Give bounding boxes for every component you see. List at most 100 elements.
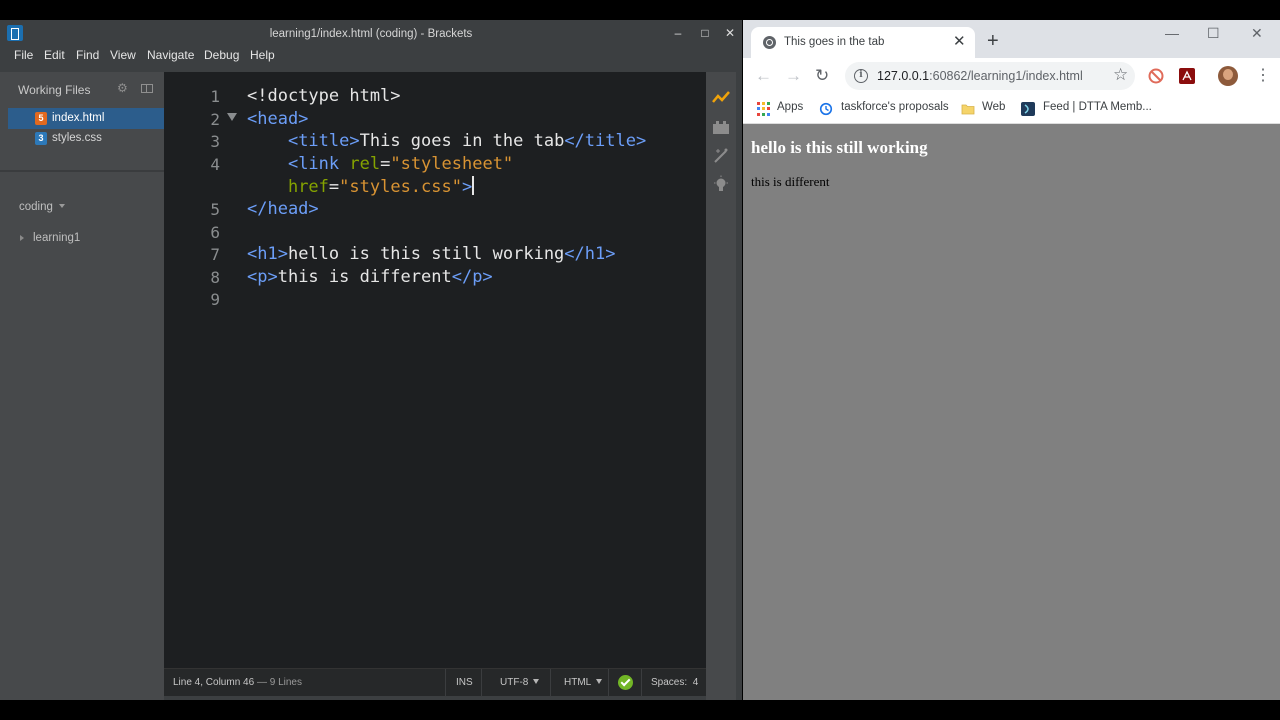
- reload-icon[interactable]: ↻: [815, 66, 829, 86]
- menu-help[interactable]: Help: [250, 48, 275, 62]
- folder-learning1[interactable]: learning1: [33, 232, 80, 244]
- page-paragraph: this is different: [751, 174, 830, 189]
- brackets-titlebar: learning1/index.html (coding) - Brackets…: [0, 20, 742, 46]
- minimize-button[interactable]: –: [668, 23, 688, 43]
- status-separator: [641, 669, 642, 697]
- live-preview-icon[interactable]: [712, 89, 730, 107]
- status-separator: [445, 669, 446, 697]
- more-menu-icon[interactable]: ⋮: [1255, 66, 1271, 86]
- menu-navigate[interactable]: Navigate: [147, 48, 194, 62]
- menu-debug[interactable]: Debug: [204, 48, 239, 62]
- lightbulb-icon[interactable]: [712, 175, 730, 193]
- language-dropdown[interactable]: HTML: [564, 669, 603, 697]
- url-text[interactable]: 127.0.0.1:60862/learning1/index.html: [877, 69, 1083, 83]
- code-line[interactable]: <h1>hello is this still working</h1>: [247, 244, 615, 264]
- code-token: this is different: [277, 266, 452, 287]
- code-token: hello is this still working: [287, 244, 565, 265]
- extension-manager-icon[interactable]: [712, 118, 730, 136]
- chevron-right-icon[interactable]: [20, 235, 24, 241]
- bookmark-web[interactable]: Web: [982, 101, 1005, 113]
- code-line[interactable]: <head>: [247, 109, 308, 129]
- status-bar: Line 4, Column 46 — 9 Lines INS UTF-8 HT…: [164, 668, 706, 697]
- profile-avatar[interactable]: [1218, 66, 1238, 86]
- menu-edit[interactable]: Edit: [44, 48, 65, 62]
- desktop-screen: learning1/index.html (coding) - Brackets…: [0, 0, 1280, 720]
- bookmark-dtta-feed[interactable]: Feed | DTTA Memb...: [1043, 101, 1152, 113]
- code-token: </head>: [247, 199, 319, 219]
- code-line[interactable]: <!doctype html>: [247, 86, 401, 106]
- chrome-window: This goes in the tab ✕ + — ☐ ✕ ← → ↻ i 1…: [743, 20, 1280, 700]
- language-label: HTML: [564, 677, 592, 688]
- forward-arrow-icon[interactable]: →: [785, 66, 802, 86]
- status-separator: [550, 669, 551, 697]
- extension-blocked-icon[interactable]: [1148, 68, 1164, 84]
- working-file-index-html[interactable]: 5 index.html: [8, 108, 164, 129]
- close-tab-icon[interactable]: ✕: [953, 33, 966, 51]
- magic-wand-icon[interactable]: [712, 146, 730, 164]
- file-name: index.html: [52, 112, 105, 124]
- code-line[interactable]: <link rel="stylesheet": [247, 154, 513, 174]
- close-button[interactable]: ✕: [1251, 25, 1263, 42]
- lint-ok-icon[interactable]: [618, 675, 633, 690]
- apps-grid-icon[interactable]: [757, 102, 771, 116]
- window-title: learning1/index.html (coding) - Brackets: [269, 28, 473, 40]
- star-icon[interactable]: ☆: [1113, 65, 1128, 85]
- gear-icon[interactable]: ⚙: [117, 82, 129, 94]
- line-number: 6: [210, 222, 220, 242]
- html-file-icon: 5: [35, 112, 47, 125]
- fold-arrow-icon[interactable]: [227, 113, 237, 121]
- code-token: <!doctype html>: [247, 86, 401, 106]
- chevron-down-icon: [533, 679, 540, 684]
- maximize-button[interactable]: ☐: [1207, 25, 1220, 42]
- brackets-window: learning1/index.html (coding) - Brackets…: [0, 20, 742, 700]
- code-line[interactable]: </head>: [247, 199, 319, 219]
- code-token: <title>: [287, 131, 360, 152]
- menu-file[interactable]: File: [14, 48, 33, 62]
- split-view-icon[interactable]: [141, 84, 153, 93]
- code-token: "stylesheet": [390, 153, 514, 174]
- new-tab-button[interactable]: +: [987, 31, 999, 51]
- bookmarks-bar: Apps taskforce's proposals Web Feed | DT…: [743, 94, 1280, 124]
- page-viewport: hello is this still working this is diff…: [743, 124, 1280, 700]
- menu-view[interactable]: View: [110, 48, 136, 62]
- code-line[interactable]: href="styles.css">: [247, 176, 474, 197]
- right-toolbar: [706, 72, 736, 700]
- minimize-button[interactable]: —: [1165, 25, 1179, 41]
- close-button[interactable]: ✕: [720, 23, 740, 43]
- address-bar[interactable]: i 127.0.0.1:60862/learning1/index.html ☆: [845, 62, 1135, 90]
- bookmark-taskforce-proposals[interactable]: taskforce's proposals: [841, 101, 949, 113]
- working-file-styles-css[interactable]: 3 styles.css: [8, 128, 164, 149]
- pdf-extension-icon[interactable]: [1179, 68, 1195, 84]
- cursor-position: Line 4, Column 46 — 9 Lines: [173, 669, 302, 697]
- code-line[interactable]: <p>this is different</p>: [247, 267, 493, 287]
- code-token: =: [380, 153, 391, 174]
- code-line[interactable]: <title>This goes in the tab</title>: [247, 131, 646, 151]
- chevron-down-icon[interactable]: [59, 204, 65, 208]
- line-number: 8: [210, 267, 220, 287]
- line-number: 3: [210, 132, 220, 152]
- code-token: "styles.css": [339, 177, 462, 198]
- code-token: <head>: [247, 108, 309, 129]
- back-arrow-icon[interactable]: ←: [755, 66, 772, 86]
- browser-tab[interactable]: This goes in the tab ✕: [751, 27, 975, 58]
- menu-find[interactable]: Find: [76, 48, 99, 62]
- code-editor[interactable]: 123456789 <!doctype html> <head> <title>T…: [164, 72, 706, 668]
- indent-spaces[interactable]: Spaces: 4: [651, 669, 698, 697]
- status-separator: [608, 669, 609, 697]
- encoding-label: UTF-8: [500, 677, 529, 688]
- maximize-button[interactable]: □: [695, 23, 715, 43]
- project-dropdown[interactable]: coding: [19, 201, 53, 213]
- sidebar: Working Files ⚙ 5 index.html 3 styles.cs…: [0, 72, 164, 700]
- insert-mode-toggle[interactable]: INS: [456, 669, 473, 697]
- file-name: styles.css: [52, 132, 102, 144]
- bookmark-apps[interactable]: Apps: [777, 101, 803, 113]
- tab-strip: This goes in the tab ✕ + — ☐ ✕: [743, 20, 1280, 58]
- encoding-dropdown[interactable]: UTF-8: [500, 669, 540, 697]
- code-token: rel: [339, 153, 381, 174]
- info-icon[interactable]: i: [854, 69, 868, 83]
- line-number: 7: [210, 245, 220, 265]
- line-number: 2: [210, 109, 220, 129]
- line-count: — 9 Lines: [256, 677, 302, 688]
- cursor-position-text: Line 4, Column 46: [173, 677, 255, 688]
